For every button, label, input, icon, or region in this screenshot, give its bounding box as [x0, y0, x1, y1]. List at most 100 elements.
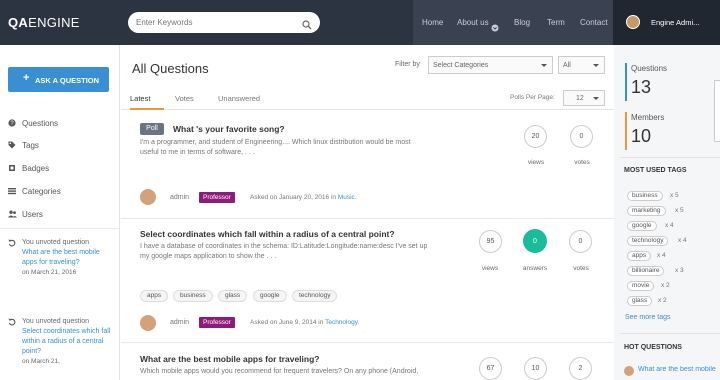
nav-home[interactable]: Home [422, 18, 443, 27]
tab-unanswered[interactable]: Unanswered [218, 94, 260, 103]
question-title[interactable]: What are the best mobile apps for travel… [140, 354, 319, 364]
search-box [128, 12, 320, 33]
votes-label: votes [574, 159, 590, 166]
filter-label: Filter by [395, 61, 420, 68]
nav-term[interactable]: Term [547, 18, 565, 27]
stat-accent-bar [625, 63, 627, 101]
tag-count: x 4 [665, 222, 674, 229]
nav-about-us[interactable]: About us [457, 18, 489, 27]
votes-count: 0 [569, 230, 592, 253]
votes-label: votes [573, 265, 589, 272]
views-count: 20 [524, 125, 547, 148]
author-avatar[interactable] [140, 189, 156, 205]
question-divider [121, 218, 614, 219]
asked-info: Asked on January 20, 2016 in Music. [250, 194, 357, 201]
category-link[interactable]: Music. [338, 194, 357, 201]
caret-down-icon [593, 64, 599, 67]
nav-blog[interactable]: Blog [514, 18, 530, 27]
sidebar-divider [620, 333, 720, 334]
author-avatar[interactable] [140, 315, 156, 331]
activity-date: March 21, [31, 358, 60, 365]
activity-question-link[interactable]: Select coordinates which fall within a r… [22, 327, 114, 357]
stat-label: Questions [631, 64, 668, 73]
tag-pill[interactable]: technology [627, 236, 669, 246]
activity-question-link[interactable]: What are the best mobile apps for travel… [22, 248, 114, 268]
questions-stat: Questions 13 [625, 63, 715, 101]
activity-item: You unvoted question What are the best m… [8, 238, 114, 304]
asked-info: Asked on June 9, 2014 in Technology. [250, 319, 360, 326]
hot-question-link[interactable]: What are the best mobile [638, 366, 720, 373]
question-title[interactable]: Select coordinates which fall within a r… [140, 229, 395, 239]
tag-pill[interactable]: glass [627, 296, 653, 306]
undo-icon [8, 318, 16, 330]
tag-pill[interactable]: apps [627, 251, 652, 261]
search-input[interactable] [136, 15, 296, 30]
question-tag[interactable]: business [173, 290, 213, 302]
per-page-select[interactable]: 12 [563, 90, 605, 106]
question-divider [121, 342, 614, 343]
tab-votes[interactable]: Votes [175, 94, 194, 103]
author-badge: Professor [199, 192, 235, 203]
votes-count: 0 [570, 125, 593, 148]
tag-icon [8, 141, 16, 149]
tag-count: x 5 [675, 207, 684, 214]
question-excerpt: I have a database of coordinates in the … [140, 243, 428, 260]
tag-count: x 5 [670, 192, 679, 199]
site-logo[interactable]: QAENGINE [8, 15, 80, 30]
chevron-down-icon[interactable] [491, 19, 499, 37]
poll-badge: Poll [140, 123, 164, 135]
activity-action: You unvoted question [22, 239, 90, 246]
question-title[interactable]: What 's your favorite song? [173, 124, 285, 134]
author-name[interactable]: admin [170, 194, 189, 201]
views-count: 95 [479, 230, 502, 253]
nav-contact[interactable]: Contact [580, 18, 608, 27]
activity-date: March 21, 2016 [31, 269, 77, 276]
activity-item: You unvoted question Select coordinates … [8, 317, 114, 380]
see-more-tags-link[interactable]: See more tags [625, 314, 671, 321]
question-tag[interactable]: google [253, 290, 287, 302]
users-icon [8, 210, 17, 218]
tag-count: x 3 [675, 267, 684, 274]
tag-count: x 2 [658, 297, 667, 304]
answers-label: answers [522, 265, 548, 272]
plus-icon: + [23, 72, 30, 84]
category-select[interactable]: Select Categories [428, 56, 553, 74]
stat-label: Members [631, 113, 665, 122]
tag-pill[interactable]: movie [627, 281, 655, 291]
author-name[interactable]: admin [170, 319, 189, 326]
tag-pill[interactable]: billionaire [627, 266, 665, 276]
main-content: All Questions Filter by Select Categorie… [121, 45, 614, 380]
tab-latest[interactable]: Latest [130, 94, 150, 103]
search-icon[interactable] [302, 17, 312, 35]
category-link[interactable]: Technology. [325, 319, 359, 326]
sort-select[interactable]: All [558, 56, 605, 74]
caret-down-icon [593, 97, 599, 100]
tag-pill[interactable]: marketing [627, 206, 666, 216]
views-label: views [481, 265, 499, 272]
collapsed-panel-edge[interactable] [714, 80, 720, 142]
badge-icon [8, 164, 16, 172]
views-label: views [527, 159, 545, 166]
per-page-label: Polls Per Page: [510, 94, 555, 101]
user-avatar[interactable] [626, 15, 640, 29]
tag-count: x 4 [678, 237, 687, 244]
tag-pill[interactable]: business [627, 191, 663, 201]
tag-pill[interactable]: google [627, 221, 657, 231]
question-tag[interactable]: glass [218, 290, 248, 302]
question-tag[interactable]: apps [140, 290, 169, 302]
stat-accent-bar [625, 112, 627, 150]
question-excerpt: Which mobile apps would you recommend fo… [140, 368, 419, 375]
votes-count: 2 [569, 357, 592, 380]
active-tab-indicator [130, 108, 164, 110]
sidebar-divider [0, 228, 120, 229]
hot-question-avatar[interactable] [624, 366, 634, 376]
hot-questions-heading: HOT QUESTIONS [624, 344, 682, 351]
question-tag[interactable]: technology [292, 290, 338, 302]
views-count: 67 [479, 357, 502, 380]
answers-count: 10 [524, 357, 547, 380]
author-badge: Professor [199, 317, 235, 328]
user-name[interactable]: Engine Admi... [651, 18, 699, 27]
ask-question-button[interactable]: + ASK A QUESTION [8, 67, 109, 92]
undo-icon [8, 239, 16, 251]
question-circle-icon: ? [8, 119, 16, 127]
